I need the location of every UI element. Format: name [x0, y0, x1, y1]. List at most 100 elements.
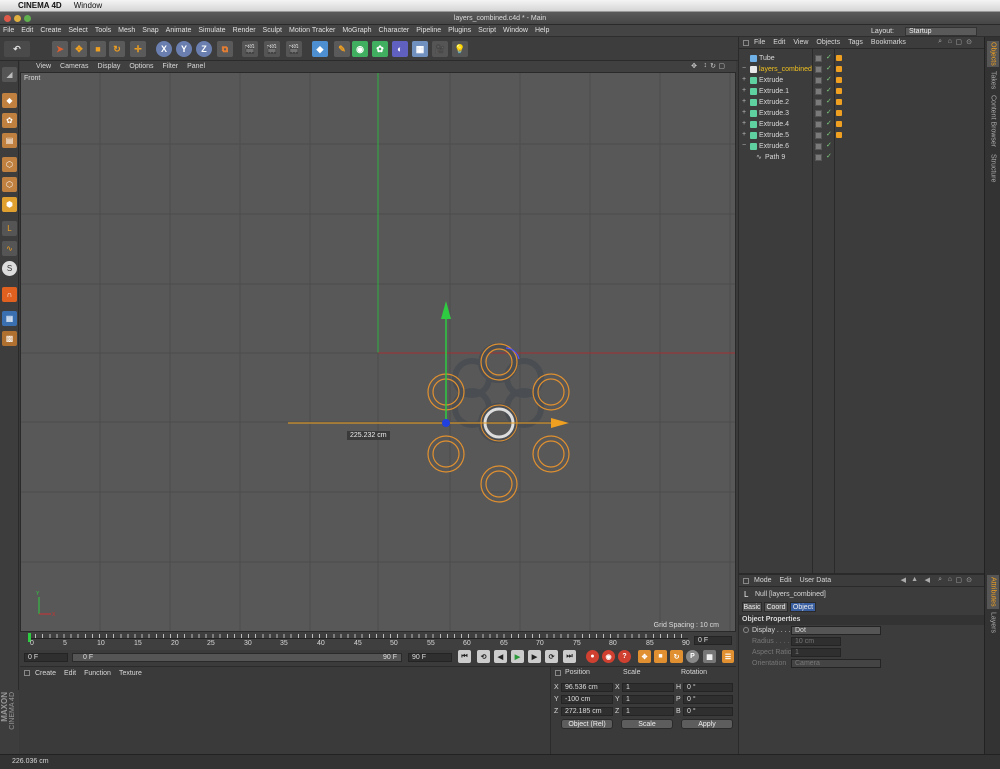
expand-icon[interactable]: + — [742, 109, 746, 116]
keyframe-selection-icon[interactable]: ? — [618, 650, 631, 663]
object-row-extrude[interactable]: + Extrude ✓ — [739, 75, 985, 86]
panel-grip-icon[interactable] — [743, 39, 749, 46]
tab-takes[interactable]: Takes — [987, 69, 999, 91]
viewport-move-icon[interactable]: ✥ — [691, 62, 697, 70]
play-icon[interactable]: ▶ — [511, 650, 524, 663]
viewport-front[interactable]: Y X Front 225.232 cm Grid Spacing : 10 c… — [20, 72, 736, 632]
object-row-path-9[interactable]: ∿ Path 9 ✓ — [739, 152, 985, 163]
home-icon[interactable]: ⌂ — [948, 38, 952, 45]
lock-icon[interactable]: ⌂ — [948, 576, 952, 583]
light-icon[interactable]: 💡 — [452, 41, 468, 57]
new-view-icon[interactable]: ▢ — [955, 38, 962, 46]
menu-character[interactable]: Character — [379, 27, 410, 34]
viewport-menu-filter[interactable]: Filter — [163, 63, 179, 70]
apply-button[interactable]: Apply — [681, 719, 733, 729]
material-tag-icon[interactable] — [836, 132, 842, 138]
cube-primitive-icon[interactable]: ◆ — [312, 41, 328, 57]
z-axis-lock-icon[interactable]: Z — [196, 41, 212, 57]
search-icon[interactable]: ⌕ — [938, 38, 942, 46]
material-tag-icon[interactable] — [836, 55, 842, 61]
tab-attributes[interactable]: Attributes — [987, 575, 999, 609]
current-frame-field[interactable]: 0 F — [694, 636, 732, 645]
visibility-toggle[interactable] — [815, 77, 822, 84]
tab-object[interactable]: Object — [790, 602, 816, 612]
window-menu[interactable]: Window — [74, 1, 102, 10]
tab-content-browser[interactable]: Content Browser — [987, 93, 999, 149]
menu-file[interactable]: File — [3, 27, 14, 34]
objects-menu-tags[interactable]: Tags — [848, 39, 863, 46]
objects-menu-view[interactable]: View — [793, 39, 808, 46]
polygons-mode-icon[interactable]: ⬢ — [2, 197, 17, 212]
scale-x-field[interactable]: 1 — [622, 683, 674, 692]
camera-icon[interactable]: 🎥 — [432, 41, 448, 57]
autokey-icon[interactable]: ◉ — [602, 650, 615, 663]
viewport-menu-display[interactable]: Display — [97, 63, 120, 70]
material-tag-icon[interactable] — [836, 110, 842, 116]
expand-icon[interactable]: + — [742, 76, 746, 83]
menu-mesh[interactable]: Mesh — [118, 27, 135, 34]
app-menu[interactable]: CINEMA 4D — [18, 1, 62, 10]
enabled-check-icon[interactable]: ✓ — [826, 97, 832, 105]
menu-render[interactable]: Render — [233, 27, 256, 34]
visibility-toggle[interactable] — [815, 99, 822, 106]
enabled-check-icon[interactable]: ✓ — [826, 53, 832, 61]
magnet-icon[interactable]: ∩ — [2, 287, 17, 302]
enabled-check-icon[interactable]: ✓ — [826, 86, 832, 94]
floor-icon[interactable]: ▦ — [412, 41, 428, 57]
rotation-p-field[interactable]: 0 ° — [683, 695, 733, 704]
object-row-extrude-4[interactable]: + Extrude.4 ✓ — [739, 119, 985, 130]
timeline-ruler[interactable]: 0 5 10 15 20 25 30 35 40 45 50 55 60 65 … — [20, 632, 736, 650]
prop-orientation-select[interactable]: Camera — [791, 659, 881, 668]
coordinate-mode-select[interactable]: Object (Rel) — [561, 719, 613, 729]
make-editable-icon[interactable]: ◢ — [2, 67, 17, 82]
tab-basic[interactable]: Basic — [742, 602, 762, 612]
enabled-check-icon[interactable]: ✓ — [826, 141, 832, 149]
prop-aspect-field[interactable]: 1 — [791, 648, 841, 657]
visibility-toggle[interactable] — [815, 55, 822, 62]
material-tag-icon[interactable] — [836, 121, 842, 127]
new-view-icon[interactable]: ▢ — [955, 576, 962, 584]
start-frame-field[interactable]: 0 F — [24, 653, 68, 662]
expand-icon[interactable]: + — [742, 120, 746, 127]
key-position-icon[interactable]: ✥ — [638, 650, 651, 663]
objects-menu-objects[interactable]: Objects — [816, 39, 840, 46]
viewport-menu-cameras[interactable]: Cameras — [60, 63, 88, 70]
move-tool-icon[interactable]: ✥ — [71, 41, 87, 57]
viewport-menu-view[interactable]: View — [36, 63, 51, 70]
y-axis-lock-icon[interactable]: Y — [176, 41, 192, 57]
objects-menu-bookmarks[interactable]: Bookmarks — [871, 39, 906, 46]
material-tag-icon[interactable] — [836, 88, 842, 94]
next-key-icon[interactable]: ⟳ — [545, 650, 558, 663]
axis-mode-icon[interactable]: L — [2, 221, 17, 236]
object-row-extrude-1[interactable]: + Extrude.1 ✓ — [739, 86, 985, 97]
array-icon[interactable]: ✿ — [372, 41, 388, 57]
panel-grip-icon[interactable] — [555, 670, 561, 676]
key-pla-icon[interactable]: ▦ — [703, 650, 716, 663]
x-axis-lock-icon[interactable]: X — [156, 41, 172, 57]
material-tag-icon[interactable] — [836, 99, 842, 105]
render-picture-viewer-icon[interactable]: 🎬 — [264, 41, 280, 57]
position-z-field[interactable]: 272.185 cm — [561, 707, 613, 716]
scale-y-field[interactable]: 1 — [622, 695, 674, 704]
edges-mode-icon[interactable]: ⬡ — [2, 177, 17, 192]
expand-icon[interactable]: + — [742, 87, 746, 94]
record-icon[interactable]: ● — [586, 650, 599, 663]
scale-z-field[interactable]: 1 — [622, 707, 674, 716]
go-to-start-icon[interactable]: ⏮ — [458, 650, 471, 663]
objects-menu-file[interactable]: File — [754, 39, 765, 46]
enabled-check-icon[interactable]: ✓ — [826, 75, 832, 83]
go-to-end-icon[interactable]: ⏭ — [563, 650, 576, 663]
panel-grip-icon[interactable] — [24, 670, 30, 676]
object-row-extrude-2[interactable]: + Extrude.2 ✓ — [739, 97, 985, 108]
menu-animate[interactable]: Animate — [166, 27, 192, 34]
menu-mograph[interactable]: MoGraph — [342, 27, 371, 34]
visibility-toggle[interactable] — [815, 66, 822, 73]
settings-icon[interactable]: ⊙ — [966, 38, 972, 46]
menu-motion-tracker[interactable]: Motion Tracker — [289, 27, 335, 34]
material-menu-texture[interactable]: Texture — [119, 670, 142, 677]
render-view-icon[interactable]: 🎬 — [242, 41, 258, 57]
viewport-zoom-icon[interactable]: ↕ — [704, 62, 708, 69]
rotation-b-field[interactable]: 0 ° — [683, 707, 733, 716]
menu-pipeline[interactable]: Pipeline — [416, 27, 441, 34]
model-mode-icon[interactable]: ◆ — [2, 93, 17, 108]
